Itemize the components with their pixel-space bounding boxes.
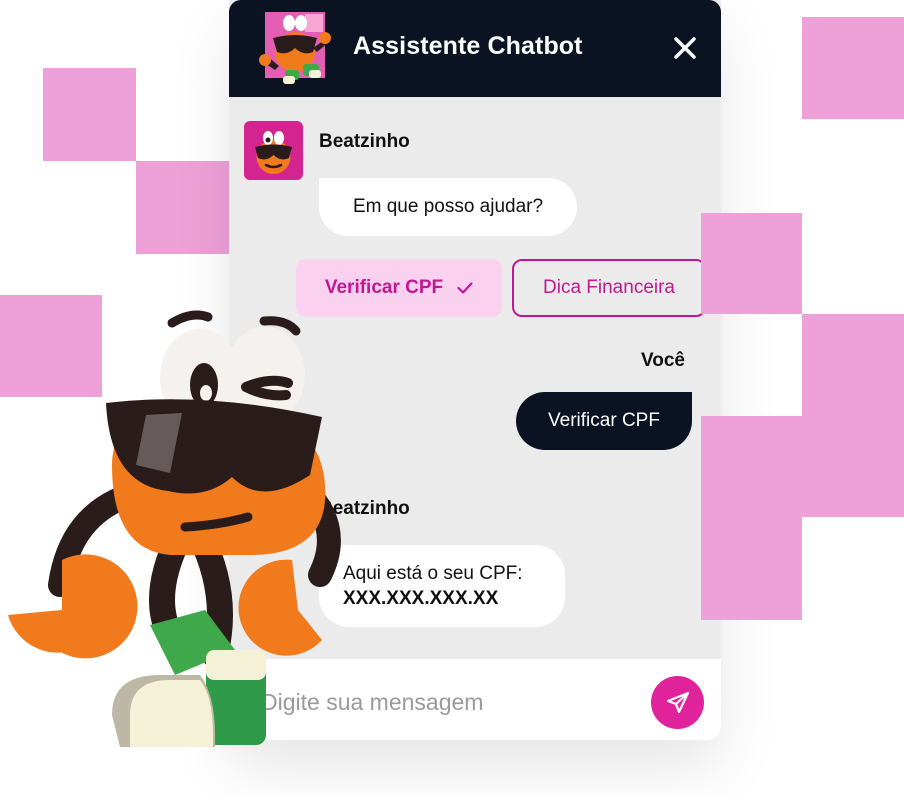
mascot-illustration <box>8 310 341 747</box>
check-icon <box>457 282 473 294</box>
send-button[interactable] <box>651 676 704 729</box>
chat-title: Assistente Chatbot <box>353 32 583 60</box>
user-message-bubble: Verificar CPF <box>516 392 692 450</box>
decor-block <box>701 213 802 314</box>
decor-block <box>701 517 802 620</box>
close-icon <box>674 37 696 59</box>
message-sender: Beatzinho <box>319 131 410 152</box>
decor-block <box>136 161 229 254</box>
quick-reply-dica-financeira[interactable]: Dica Financeira <box>512 259 706 317</box>
close-button[interactable] <box>667 30 703 66</box>
decor-block <box>802 17 904 119</box>
bot-avatar <box>244 121 303 180</box>
mascot-avatar-icon <box>259 12 333 84</box>
bot-message-bubble: Em que posso ajudar? <box>319 178 577 236</box>
decor-block <box>802 416 904 517</box>
decor-block <box>701 416 802 517</box>
chat-header: Assistente Chatbot <box>229 0 721 97</box>
send-icon <box>666 691 689 713</box>
message-sender: Você <box>641 350 686 371</box>
decor-block <box>802 314 904 416</box>
decor-block <box>43 68 136 161</box>
